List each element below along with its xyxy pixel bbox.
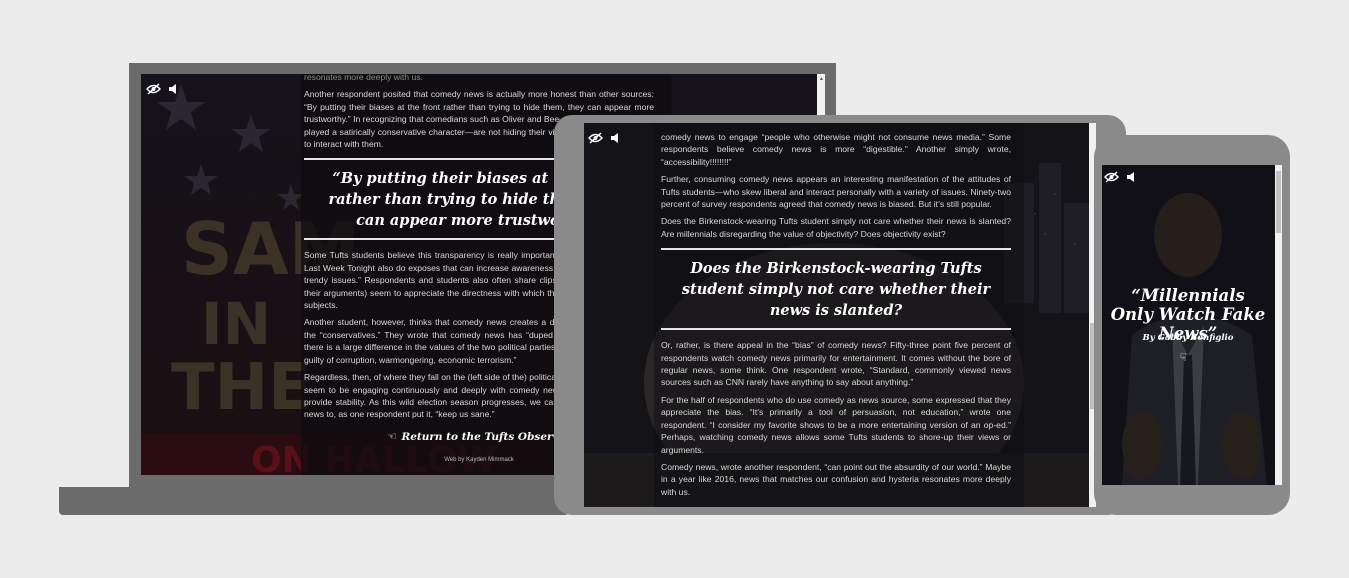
speaker-icon[interactable] [611,131,619,149]
paragraph: For the half of respondents who do use c… [661,394,1011,455]
eye-slash-icon[interactable] [146,82,161,100]
tablet-controls [588,131,619,149]
paragraph: comedy news to engage “people who otherw… [661,132,1011,167]
tablet-article: comedy news to engage “people who otherw… [661,131,1011,503]
speaker-icon[interactable] [1127,170,1135,188]
phone-screen: “Millennials Only Watch Fake News” By Ga… [1102,165,1282,485]
tablet-screen: comedy news to engage “people who otherw… [584,123,1096,507]
phone-controls [1104,170,1135,188]
pointer-hand-icon: ☜ [387,430,398,443]
phone-scrollbar[interactable] [1275,165,1282,485]
divider [661,328,1011,331]
svg-text:THE: THE [171,351,312,425]
laptop-base [59,487,569,515]
pointer-hand-icon[interactable]: ☟ [1180,351,1187,364]
scrollbar-thumb[interactable] [1276,171,1281,233]
paragraph: Does the Birkenstock-wearing Tufts stude… [661,216,1011,239]
paragraph: Further, consuming comedy news appears a… [661,174,1011,210]
paragraph: Comedy news, wrote another respondent, “… [661,461,1011,497]
byline: By Gabby Bonfiglio [1142,333,1234,343]
pull-quote: Does the Birkenstock-wearing Tufts stude… [681,260,991,320]
speaker-icon[interactable] [169,82,177,100]
eye-slash-icon[interactable] [1104,170,1119,188]
eye-slash-icon[interactable] [588,131,603,149]
laptop-controls [146,82,177,100]
svg-text:IN: IN [201,290,271,358]
paragraph: Or, rather, is there appeal in the “bias… [661,340,1011,388]
paragraph: resonates more deeply with us. [304,74,423,82]
